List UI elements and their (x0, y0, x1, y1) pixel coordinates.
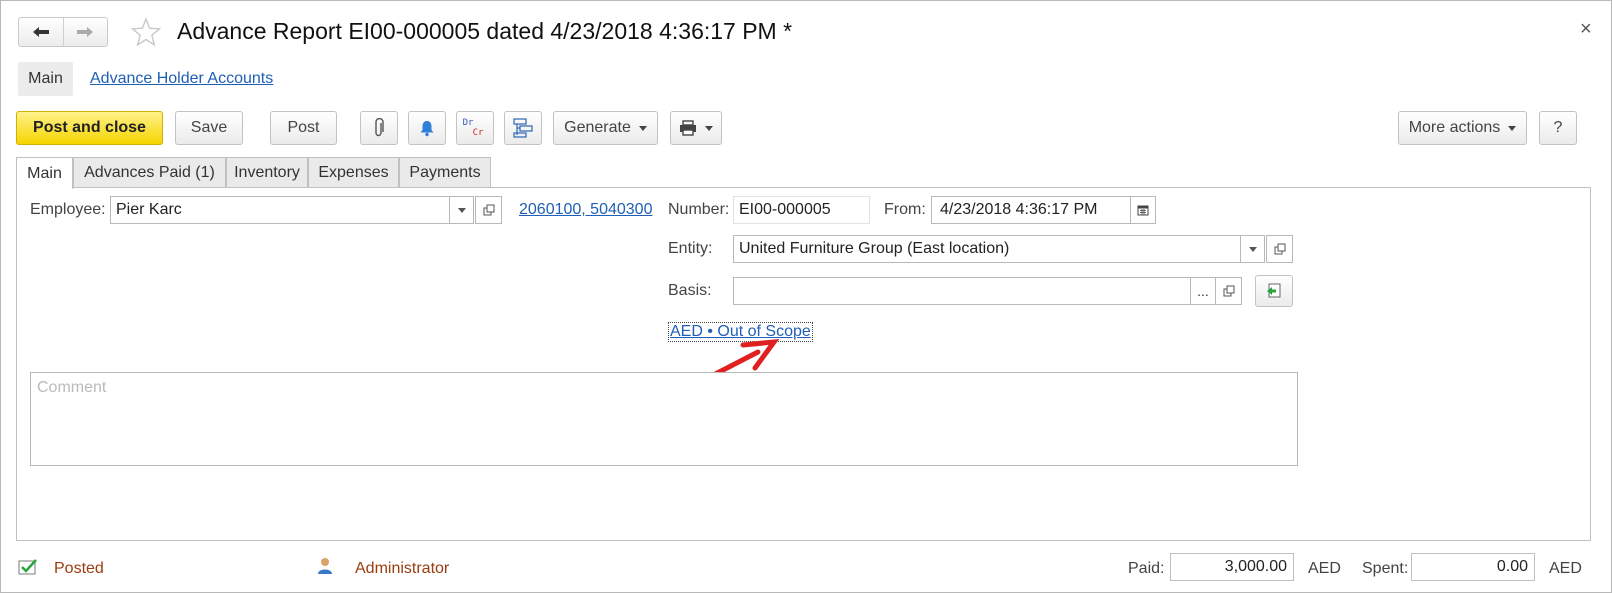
from-date-field[interactable]: 4/23/2018 4:36:17 PM (931, 196, 1131, 224)
dr-cr-icon: Dr Cr (463, 118, 484, 138)
more-actions-button[interactable]: More actions (1398, 111, 1527, 145)
entity-field[interactable]: United Furniture Group (East location) (733, 235, 1241, 263)
cr-label: Cr (472, 128, 484, 138)
printer-icon (680, 120, 696, 136)
paid-currency: AED (1308, 560, 1341, 577)
from-label: From: (884, 201, 926, 218)
nav-advance-holder-accounts[interactable]: Advance Holder Accounts (90, 70, 273, 88)
calendar-icon (1137, 205, 1149, 216)
tab-payments[interactable]: Payments (399, 157, 491, 188)
paid-label: Paid: (1128, 560, 1165, 577)
generate-button[interactable]: Generate (553, 111, 658, 145)
generate-label: Generate (564, 119, 631, 136)
bell-icon (420, 121, 434, 137)
post-and-close-button[interactable]: Post and close (16, 111, 163, 145)
entity-dropdown[interactable] (1240, 235, 1265, 263)
entity-open-button[interactable] (1266, 235, 1293, 263)
post-button[interactable]: Post (270, 111, 337, 145)
calendar-button[interactable] (1130, 196, 1156, 224)
favorite-star-icon[interactable] (130, 16, 162, 48)
fill-basis-button[interactable] (1255, 275, 1293, 307)
tab-main[interactable]: Main (16, 157, 73, 189)
forward-button[interactable] (62, 18, 108, 46)
chevron-down-icon (705, 125, 713, 131)
basis-open-button[interactable] (1215, 277, 1242, 305)
open-window-icon (483, 204, 494, 216)
entity-label: Entity: (668, 240, 713, 257)
nav-main[interactable]: Main (18, 62, 73, 96)
reminder-button[interactable] (408, 111, 446, 145)
window-title: Advance Report EI00-000005 dated 4/23/20… (177, 18, 793, 44)
number-label: Number: (668, 201, 730, 218)
comment-field[interactable]: Comment (30, 372, 1298, 466)
arrow-right-icon (77, 27, 94, 37)
arrow-left-icon (32, 27, 49, 37)
paperclip-icon (375, 118, 384, 137)
print-button[interactable] (670, 111, 722, 145)
chevron-down-icon (457, 207, 466, 213)
hierarchy-icon (513, 118, 533, 138)
basis-field[interactable] (733, 277, 1191, 305)
basis-label: Basis: (668, 282, 712, 299)
number-field[interactable]: EI00-000005 (733, 196, 870, 224)
more-actions-label: More actions (1408, 119, 1501, 136)
chevron-down-icon (1508, 125, 1517, 131)
chevron-down-icon (638, 125, 647, 131)
dr-cr-button[interactable]: Dr Cr (456, 111, 494, 145)
fill-from-document-icon (1267, 283, 1281, 298)
help-button[interactable]: ? (1539, 111, 1577, 145)
tab-expenses[interactable]: Expenses (308, 157, 399, 188)
save-button[interactable]: Save (175, 111, 243, 145)
spent-currency: AED (1549, 560, 1582, 577)
open-window-icon (1274, 243, 1285, 255)
tab-advances-paid[interactable]: Advances Paid (1) (73, 157, 226, 188)
structure-button[interactable] (504, 111, 542, 145)
paid-amount: 3,000.00 (1170, 553, 1294, 581)
dr-label: Dr (462, 118, 474, 128)
posted-check-icon (18, 559, 37, 575)
posted-status: Posted (54, 560, 104, 577)
employee-label: Employee: (30, 201, 106, 218)
history-nav (18, 17, 108, 47)
spent-label: Spent: (1362, 560, 1409, 577)
employee-open-button[interactable] (475, 196, 502, 224)
back-button[interactable] (19, 18, 63, 46)
employee-field[interactable]: Pier Karc (110, 196, 450, 224)
author-name: Administrator (355, 560, 450, 577)
close-icon[interactable]: × (1580, 18, 1592, 41)
spent-amount: 0.00 (1411, 553, 1535, 581)
attach-button[interactable] (360, 111, 398, 145)
tab-inventory[interactable]: Inventory (226, 157, 308, 188)
basis-select-button[interactable]: ... (1190, 277, 1216, 305)
chevron-down-icon (1248, 246, 1257, 252)
accounts-link[interactable]: 2060100, 5040300 (519, 201, 652, 219)
user-icon (318, 558, 332, 574)
employee-dropdown[interactable] (449, 196, 474, 224)
open-window-icon (1223, 285, 1234, 297)
